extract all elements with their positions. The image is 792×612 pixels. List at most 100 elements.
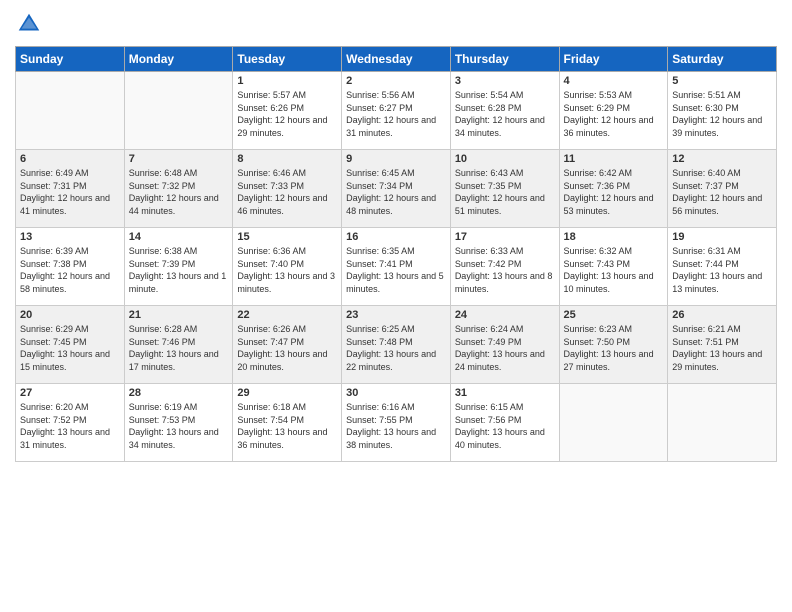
calendar-week-row: 1 Sunrise: 5:57 AM Sunset: 6:26 PM Daylig…: [16, 72, 777, 150]
day-number: 13: [20, 231, 120, 243]
day-info: Sunrise: 6:49 AM Sunset: 7:31 PM Dayligh…: [20, 167, 120, 217]
calendar-cell: 29 Sunrise: 6:18 AM Sunset: 7:54 PM Dayli…: [233, 384, 342, 462]
calendar-cell: [124, 72, 233, 150]
day-info: Sunrise: 6:45 AM Sunset: 7:34 PM Dayligh…: [346, 167, 446, 217]
calendar-cell: 30 Sunrise: 6:16 AM Sunset: 7:55 PM Dayli…: [342, 384, 451, 462]
day-number: 4: [564, 75, 664, 87]
day-info: Sunrise: 6:21 AM Sunset: 7:51 PM Dayligh…: [672, 323, 772, 373]
calendar-table: SundayMondayTuesdayWednesdayThursdayFrid…: [15, 46, 777, 462]
calendar-week-row: 27 Sunrise: 6:20 AM Sunset: 7:52 PM Dayli…: [16, 384, 777, 462]
calendar-cell: 26 Sunrise: 6:21 AM Sunset: 7:51 PM Dayli…: [668, 306, 777, 384]
day-info: Sunrise: 6:46 AM Sunset: 7:33 PM Dayligh…: [237, 167, 337, 217]
day-info: Sunrise: 6:32 AM Sunset: 7:43 PM Dayligh…: [564, 245, 664, 295]
day-number: 19: [672, 231, 772, 243]
calendar-cell: 16 Sunrise: 6:35 AM Sunset: 7:41 PM Dayli…: [342, 228, 451, 306]
day-info: Sunrise: 6:48 AM Sunset: 7:32 PM Dayligh…: [129, 167, 229, 217]
day-info: Sunrise: 6:16 AM Sunset: 7:55 PM Dayligh…: [346, 401, 446, 451]
day-info: Sunrise: 6:26 AM Sunset: 7:47 PM Dayligh…: [237, 323, 337, 373]
day-info: Sunrise: 6:15 AM Sunset: 7:56 PM Dayligh…: [455, 401, 555, 451]
weekday-header: Saturday: [668, 47, 777, 72]
calendar-cell: 3 Sunrise: 5:54 AM Sunset: 6:28 PM Daylig…: [450, 72, 559, 150]
day-info: Sunrise: 6:42 AM Sunset: 7:36 PM Dayligh…: [564, 167, 664, 217]
day-info: Sunrise: 5:56 AM Sunset: 6:27 PM Dayligh…: [346, 89, 446, 139]
day-info: Sunrise: 6:24 AM Sunset: 7:49 PM Dayligh…: [455, 323, 555, 373]
weekday-header: Friday: [559, 47, 668, 72]
calendar-cell: 23 Sunrise: 6:25 AM Sunset: 7:48 PM Dayli…: [342, 306, 451, 384]
day-number: 11: [564, 153, 664, 165]
day-number: 14: [129, 231, 229, 243]
calendar-cell: 8 Sunrise: 6:46 AM Sunset: 7:33 PM Daylig…: [233, 150, 342, 228]
day-number: 3: [455, 75, 555, 87]
logo-icon: [15, 10, 43, 38]
calendar-cell: 4 Sunrise: 5:53 AM Sunset: 6:29 PM Daylig…: [559, 72, 668, 150]
day-number: 31: [455, 387, 555, 399]
day-info: Sunrise: 6:36 AM Sunset: 7:40 PM Dayligh…: [237, 245, 337, 295]
calendar-cell: 14 Sunrise: 6:38 AM Sunset: 7:39 PM Dayli…: [124, 228, 233, 306]
day-info: Sunrise: 6:33 AM Sunset: 7:42 PM Dayligh…: [455, 245, 555, 295]
calendar-cell: 20 Sunrise: 6:29 AM Sunset: 7:45 PM Dayli…: [16, 306, 125, 384]
day-info: Sunrise: 6:40 AM Sunset: 7:37 PM Dayligh…: [672, 167, 772, 217]
day-number: 1: [237, 75, 337, 87]
day-number: 29: [237, 387, 337, 399]
weekday-header: Thursday: [450, 47, 559, 72]
calendar-cell: 11 Sunrise: 6:42 AM Sunset: 7:36 PM Dayli…: [559, 150, 668, 228]
calendar-cell: [16, 72, 125, 150]
day-info: Sunrise: 6:25 AM Sunset: 7:48 PM Dayligh…: [346, 323, 446, 373]
day-info: Sunrise: 6:38 AM Sunset: 7:39 PM Dayligh…: [129, 245, 229, 295]
day-info: Sunrise: 6:18 AM Sunset: 7:54 PM Dayligh…: [237, 401, 337, 451]
day-info: Sunrise: 5:51 AM Sunset: 6:30 PM Dayligh…: [672, 89, 772, 139]
day-info: Sunrise: 5:57 AM Sunset: 6:26 PM Dayligh…: [237, 89, 337, 139]
day-number: 9: [346, 153, 446, 165]
calendar-cell: 17Sunrise: 6:33 AM Sunset: 7:42 PM Dayli…: [450, 228, 559, 306]
day-info: Sunrise: 6:29 AM Sunset: 7:45 PM Dayligh…: [20, 323, 120, 373]
day-number: 16: [346, 231, 446, 243]
day-number: 25: [564, 309, 664, 321]
calendar-cell: 31 Sunrise: 6:15 AM Sunset: 7:56 PM Dayli…: [450, 384, 559, 462]
day-info: Sunrise: 5:54 AM Sunset: 6:28 PM Dayligh…: [455, 89, 555, 139]
day-number: 15: [237, 231, 337, 243]
calendar-week-row: 13 Sunrise: 6:39 AM Sunset: 7:38 PM Dayli…: [16, 228, 777, 306]
day-info: Sunrise: 6:20 AM Sunset: 7:52 PM Dayligh…: [20, 401, 120, 451]
day-number: 8: [237, 153, 337, 165]
day-number: 27: [20, 387, 120, 399]
day-info: Sunrise: 6:39 AM Sunset: 7:38 PM Dayligh…: [20, 245, 120, 295]
header: [15, 10, 777, 38]
day-number: 10: [455, 153, 555, 165]
day-number: 23: [346, 309, 446, 321]
calendar-week-row: 6 Sunrise: 6:49 AM Sunset: 7:31 PM Daylig…: [16, 150, 777, 228]
day-number: 12: [672, 153, 772, 165]
day-info: Sunrise: 5:53 AM Sunset: 6:29 PM Dayligh…: [564, 89, 664, 139]
calendar-cell: 18 Sunrise: 6:32 AM Sunset: 7:43 PM Dayli…: [559, 228, 668, 306]
day-number: 5: [672, 75, 772, 87]
calendar-cell: 25 Sunrise: 6:23 AM Sunset: 7:50 PM Dayli…: [559, 306, 668, 384]
calendar-cell: 22Sunrise: 6:26 AM Sunset: 7:47 PM Dayli…: [233, 306, 342, 384]
day-number: 2: [346, 75, 446, 87]
calendar-cell: 10 Sunrise: 6:43 AM Sunset: 7:35 PM Dayli…: [450, 150, 559, 228]
calendar-cell: 1 Sunrise: 5:57 AM Sunset: 6:26 PM Daylig…: [233, 72, 342, 150]
day-number: 30: [346, 387, 446, 399]
calendar-cell: 12 Sunrise: 6:40 AM Sunset: 7:37 PM Dayli…: [668, 150, 777, 228]
day-info: Sunrise: 6:28 AM Sunset: 7:46 PM Dayligh…: [129, 323, 229, 373]
weekday-header: Wednesday: [342, 47, 451, 72]
calendar-cell: 19 Sunrise: 6:31 AM Sunset: 7:44 PM Dayli…: [668, 228, 777, 306]
day-info: Sunrise: 6:31 AM Sunset: 7:44 PM Dayligh…: [672, 245, 772, 295]
calendar-cell: 5 Sunrise: 5:51 AM Sunset: 6:30 PM Daylig…: [668, 72, 777, 150]
day-number: 20: [20, 309, 120, 321]
day-number: 28: [129, 387, 229, 399]
calendar-week-row: 20 Sunrise: 6:29 AM Sunset: 7:45 PM Dayli…: [16, 306, 777, 384]
calendar-cell: 6 Sunrise: 6:49 AM Sunset: 7:31 PM Daylig…: [16, 150, 125, 228]
day-info: Sunrise: 6:35 AM Sunset: 7:41 PM Dayligh…: [346, 245, 446, 295]
day-number: 7: [129, 153, 229, 165]
calendar-header-row: SundayMondayTuesdayWednesdayThursdayFrid…: [16, 47, 777, 72]
day-number: 18: [564, 231, 664, 243]
weekday-header: Tuesday: [233, 47, 342, 72]
logo: [15, 10, 47, 38]
day-number: 6: [20, 153, 120, 165]
day-info: Sunrise: 6:43 AM Sunset: 7:35 PM Dayligh…: [455, 167, 555, 217]
weekday-header: Sunday: [16, 47, 125, 72]
day-number: 21: [129, 309, 229, 321]
calendar-cell: 7 Sunrise: 6:48 AM Sunset: 7:32 PM Daylig…: [124, 150, 233, 228]
day-info: Sunrise: 6:23 AM Sunset: 7:50 PM Dayligh…: [564, 323, 664, 373]
calendar-cell: 24Sunrise: 6:24 AM Sunset: 7:49 PM Dayli…: [450, 306, 559, 384]
day-number: 26: [672, 309, 772, 321]
